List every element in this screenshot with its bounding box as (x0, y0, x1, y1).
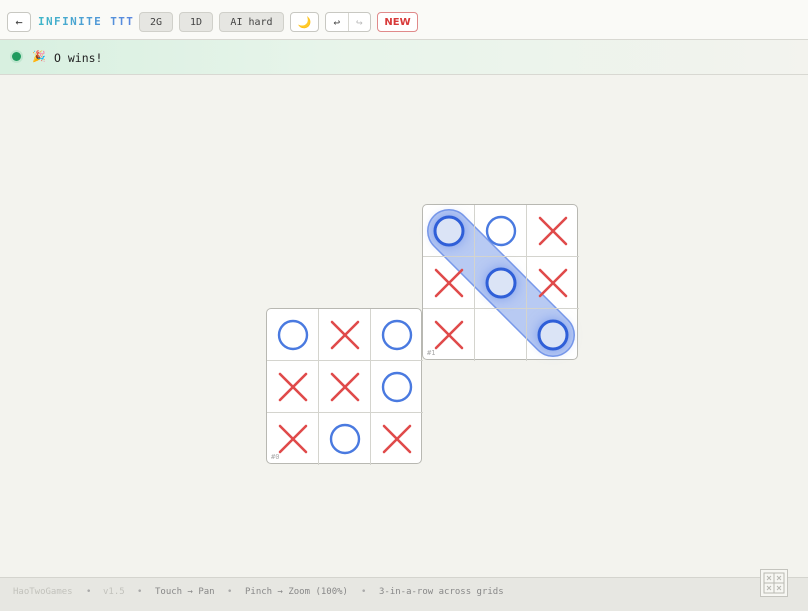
undo-redo-group: ↩ ↪ (325, 12, 371, 32)
board-cell[interactable] (475, 309, 527, 361)
x-mark-icon (330, 320, 359, 349)
o-mark-icon (537, 319, 569, 351)
x-mark-icon (538, 216, 568, 245)
o-mark-icon (433, 215, 464, 246)
board-cell[interactable] (267, 309, 319, 361)
undo-button[interactable]: ↩ (326, 13, 349, 31)
footer-brand: HaoTwoGames (13, 587, 73, 597)
board-cell[interactable] (267, 413, 319, 465)
redo-button[interactable]: ↪ (349, 13, 371, 31)
board-cell[interactable] (319, 309, 371, 361)
grid-1: #1 (422, 204, 579, 361)
board-cell[interactable] (423, 309, 475, 361)
x-mark-icon (330, 372, 359, 401)
board-cell[interactable] (423, 257, 475, 309)
back-button[interactable]: ← (7, 12, 31, 32)
party-icon: 🎉 (32, 50, 46, 63)
grid-0: #0 (266, 308, 423, 465)
x-mark-icon (434, 268, 463, 297)
footer-separator: • (361, 587, 367, 597)
board-cell[interactable] (475, 205, 527, 257)
footer-separator: • (86, 587, 92, 597)
footer-version: v1.5 (103, 587, 125, 597)
board-cell[interactable] (527, 309, 579, 361)
theme-toggle-button[interactable]: 🌙 (290, 12, 319, 32)
app-title: INFINITE TTT (38, 15, 135, 28)
status-message: O wins! (54, 51, 103, 65)
moon-icon: 🌙 (297, 15, 312, 29)
x-mark-icon (538, 268, 568, 297)
top-toolbar: ← INFINITE TTT 2G 1D AI hard 🌙 ↩ ↪ NEW (0, 0, 808, 40)
o-mark-icon (381, 319, 413, 350)
board-cell[interactable] (371, 361, 423, 413)
footer-rule-hint: 3-in-a-row across grids (379, 587, 504, 597)
o-mark-icon (277, 319, 308, 350)
o-mark-icon (381, 371, 413, 402)
ai-level-button[interactable]: AI hard (219, 12, 284, 32)
board-cell[interactable] (527, 205, 579, 257)
x-mark-icon (278, 424, 307, 454)
board-cell[interactable] (267, 361, 319, 413)
board-cell[interactable] (527, 257, 579, 309)
x-mark-icon (278, 372, 307, 401)
board-cell[interactable] (475, 257, 527, 309)
dimension-button[interactable]: 1D (179, 12, 213, 32)
footer-separator: • (137, 587, 143, 597)
minimap-icon[interactable] (760, 569, 788, 597)
board-cell[interactable] (319, 413, 371, 465)
status-bar: 🎉 O wins! (0, 40, 808, 75)
board-cell[interactable] (319, 361, 371, 413)
new-game-button[interactable]: NEW (377, 12, 418, 32)
o-mark-icon (485, 215, 516, 246)
footer-pan-hint: Touch → Pan (155, 587, 215, 597)
board-cell[interactable] (371, 309, 423, 361)
grid-mode-button[interactable]: 2G (139, 12, 173, 32)
board-cell[interactable] (423, 205, 475, 257)
footer-zoom-hint: Pinch → Zoom (100%) (245, 587, 348, 597)
x-mark-icon (434, 320, 463, 350)
x-mark-icon (382, 424, 412, 454)
footer-bar: HaoTwoGames • v1.5 • Touch → Pan • Pinch… (0, 577, 808, 611)
status-indicator-dot (12, 52, 21, 61)
o-mark-icon (485, 267, 516, 298)
board-cell[interactable] (371, 413, 423, 465)
footer-separator: • (227, 587, 233, 597)
o-mark-icon (329, 423, 360, 455)
